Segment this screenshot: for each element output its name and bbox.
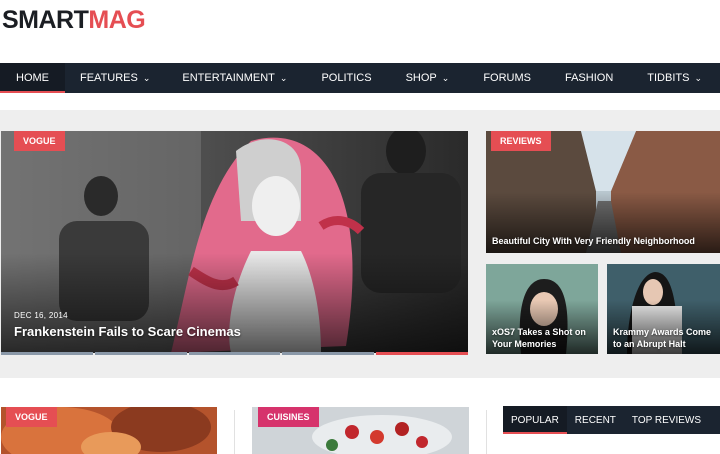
nav-item-shop[interactable]: SHOP ⌄ xyxy=(389,63,467,93)
nav-item-entertainment[interactable]: ENTERTAINMENT ⌄ xyxy=(165,63,304,93)
featured-main-image xyxy=(1,131,468,353)
nav-label: SHOP xyxy=(405,72,437,84)
chevron-down-icon: ⌄ xyxy=(694,72,702,83)
featured-main-post[interactable]: VOGUE DEC 16, 2014 Frankenstein Fails to… xyxy=(1,131,468,353)
nav-item-forums[interactable]: FORUMS xyxy=(466,63,548,93)
tab-recent[interactable]: RECENT xyxy=(567,406,624,434)
featured-right-top-post[interactable]: REVIEWS Beautiful City With Very Friendl… xyxy=(486,131,720,253)
post-title[interactable]: Beautiful City With Very Friendly Neighb… xyxy=(492,236,695,246)
chevron-down-icon: ⌄ xyxy=(142,72,151,83)
slider-dot-active[interactable] xyxy=(376,352,468,355)
slider-progress xyxy=(1,352,468,355)
divider xyxy=(486,410,487,454)
nav-item-features[interactable]: FEATURES ⌄ xyxy=(65,63,165,93)
nav-label: FEATURES xyxy=(80,72,138,84)
nav-label: POLITICS xyxy=(321,72,372,84)
sidebar-tabs: POPULAR RECENT TOP REVIEWS xyxy=(503,406,720,434)
nav-label: HOME xyxy=(16,72,49,84)
chevron-down-icon: ⌄ xyxy=(441,72,450,83)
nav-item-home[interactable]: HOME xyxy=(0,63,65,93)
tab-label: RECENT xyxy=(574,414,616,426)
post-title[interactable]: xOS7 Takes a Shot on Your Memories xyxy=(492,326,596,350)
nav-label: FASHION xyxy=(564,72,614,84)
slider-dot[interactable] xyxy=(1,352,93,355)
chevron-down-icon: ⌄ xyxy=(279,72,288,83)
post-date: DEC 16, 2014 xyxy=(14,311,68,320)
divider xyxy=(234,410,235,454)
logo-part-2: MAG xyxy=(88,6,146,34)
logo-part-1: SMART xyxy=(2,6,89,34)
nav-label: TIDBITS xyxy=(647,72,690,84)
category-badge[interactable]: CUISINES xyxy=(258,407,319,427)
tab-label: POPULAR xyxy=(511,414,559,426)
nav-item-tidbits[interactable]: TIDBITS ⌄ xyxy=(630,63,719,93)
main-navigation: HOME FEATURES ⌄ ENTERTAINMENT ⌄ POLITICS S… xyxy=(0,63,720,93)
bottom-card-1[interactable]: VOGUE xyxy=(1,407,217,454)
category-badge[interactable]: REVIEWS xyxy=(491,131,551,151)
site-logo[interactable]: SMARTMAG xyxy=(2,5,146,35)
bottom-card-2[interactable]: CUISINES xyxy=(252,407,469,454)
tab-label: TOP REVIEWS xyxy=(631,414,702,426)
tab-popular[interactable]: POPULAR xyxy=(503,406,567,434)
category-badge[interactable]: VOGUE xyxy=(6,407,57,427)
tab-top-reviews[interactable]: TOP REVIEWS xyxy=(624,406,709,434)
category-badge[interactable]: VOGUE xyxy=(14,131,65,151)
nav-item-politics[interactable]: POLITICS xyxy=(304,63,388,93)
post-title[interactable]: Frankenstein Fails to Scare Cinemas xyxy=(14,324,241,339)
slider-dot[interactable] xyxy=(94,352,187,355)
nav-label: ENTERTAINMENT xyxy=(182,72,275,84)
featured-right-bottom-left-post[interactable]: xOS7 Takes a Shot on Your Memories xyxy=(486,264,598,354)
nav-item-fashion[interactable]: FASHION xyxy=(548,63,630,93)
nav-label: FORUMS xyxy=(483,72,531,84)
post-title[interactable]: Krammy Awards Come to an Abrupt Halt xyxy=(613,326,719,350)
featured-right-bottom-right-post[interactable]: Krammy Awards Come to an Abrupt Halt xyxy=(607,264,720,354)
slider-dot[interactable] xyxy=(282,352,375,355)
slider-dot[interactable] xyxy=(188,352,281,355)
